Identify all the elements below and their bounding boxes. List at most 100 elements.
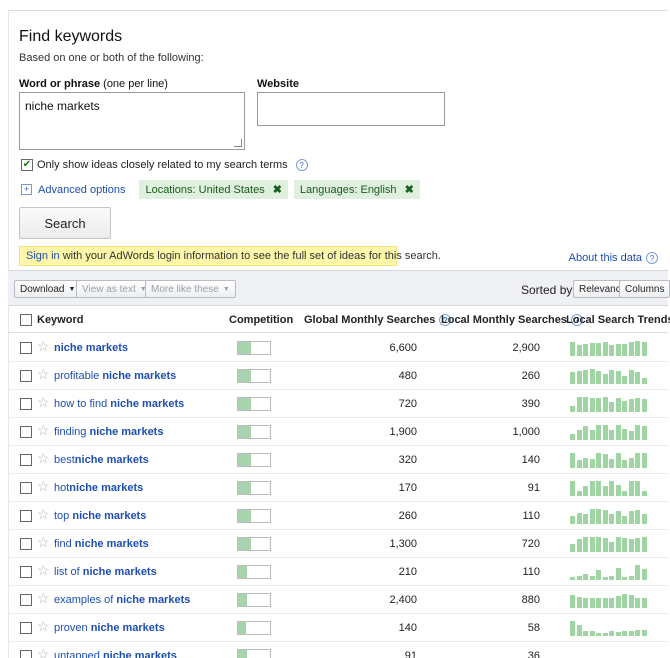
- row-checkbox[interactable]: [20, 510, 32, 522]
- help-icon[interactable]: ?: [295, 159, 308, 171]
- local-searches-value: 36: [527, 650, 540, 658]
- advanced-options-link[interactable]: Advanced options: [38, 184, 125, 196]
- keyword-link[interactable]: untapped niche markets: [54, 650, 177, 658]
- row-checkbox[interactable]: [20, 426, 32, 438]
- trend-bar: [609, 344, 614, 356]
- row-checkbox[interactable]: [20, 482, 32, 494]
- about-this-data-link[interactable]: About this data: [569, 252, 642, 264]
- row-checkbox[interactable]: [20, 370, 32, 382]
- competition-bar: [237, 509, 271, 523]
- download-button[interactable]: Download ▼: [14, 280, 82, 298]
- star-icon[interactable]: ☆: [37, 451, 50, 465]
- website-label-bold: Website: [257, 78, 299, 90]
- view-as-text-button[interactable]: View as text ▼: [76, 280, 153, 298]
- select-all-checkbox[interactable]: [20, 314, 32, 326]
- keyword-link[interactable]: niche markets: [54, 342, 128, 354]
- competition-fill: [238, 650, 247, 658]
- star-icon[interactable]: ☆: [37, 619, 50, 633]
- keyword-link[interactable]: examples of niche markets: [54, 594, 190, 606]
- help-icon[interactable]: ?: [646, 252, 658, 264]
- row-checkbox[interactable]: [20, 538, 32, 550]
- global-searches-value: 210: [398, 566, 417, 578]
- remove-language-icon[interactable]: ✖: [405, 183, 414, 196]
- star-icon[interactable]: ☆: [37, 591, 50, 605]
- row-checkbox[interactable]: [20, 622, 32, 634]
- language-chip[interactable]: Languages: English ✖: [293, 180, 420, 199]
- row-checkbox[interactable]: [20, 342, 32, 354]
- trend-bar: [589, 368, 595, 384]
- keyword-prefix: examples of: [54, 594, 117, 606]
- star-icon[interactable]: ☆: [37, 535, 50, 549]
- keyword-bold: niche markets: [72, 510, 147, 522]
- row-checkbox[interactable]: [20, 454, 32, 466]
- trend-bar: [596, 424, 601, 440]
- row-checkbox[interactable]: [20, 594, 32, 606]
- keyword-prefix: profitable: [54, 370, 103, 382]
- trend-bar: [596, 343, 601, 356]
- keyword-link[interactable]: hotniche markets: [54, 482, 143, 494]
- competition-header[interactable]: Competition: [229, 314, 293, 326]
- keyword-prefix: best: [54, 454, 75, 466]
- keyword-bold: niche markets: [116, 594, 191, 606]
- only-show-checkbox[interactable]: ✔: [21, 159, 33, 171]
- trend-bar: [628, 511, 634, 524]
- resize-handle-icon[interactable]: [234, 139, 242, 147]
- star-icon[interactable]: ☆: [37, 507, 50, 521]
- trend-bar: [622, 460, 627, 468]
- local-searches-value: 260: [521, 370, 540, 382]
- trend-bar: [602, 538, 608, 552]
- keyword-link[interactable]: how to find niche markets: [54, 398, 184, 410]
- trend-bar: [641, 536, 647, 552]
- star-icon[interactable]: ☆: [37, 339, 50, 353]
- row-checkbox[interactable]: [20, 566, 32, 578]
- keyword-link[interactable]: profitable niche markets: [54, 370, 176, 382]
- star-icon[interactable]: ☆: [37, 395, 50, 409]
- star-icon[interactable]: ☆: [37, 647, 50, 658]
- keyword-prefix: proven: [54, 622, 91, 634]
- columns-button[interactable]: Columns: [619, 280, 670, 298]
- keyword-link[interactable]: find niche markets: [54, 538, 149, 550]
- location-chip[interactable]: Locations: United States ✖: [139, 180, 288, 199]
- word-phrase-input[interactable]: niche markets: [19, 92, 245, 150]
- more-like-these-button[interactable]: More like these ▼: [145, 280, 236, 298]
- keyword-link[interactable]: bestniche markets: [54, 454, 149, 466]
- trend-bar: [641, 341, 647, 356]
- global-searches-header[interactable]: Global Monthly Searches?: [304, 314, 452, 326]
- row-checkbox[interactable]: [20, 398, 32, 410]
- keyword-link[interactable]: top niche markets: [54, 510, 146, 522]
- keyword-link[interactable]: list of niche markets: [54, 566, 157, 578]
- trend-bar: [583, 426, 588, 440]
- star-icon[interactable]: ☆: [37, 423, 50, 437]
- trend-bar: [589, 508, 595, 524]
- table-row: ☆ how to find niche markets 720 390: [8, 390, 668, 418]
- keyword-link[interactable]: finding niche markets: [54, 426, 163, 438]
- trend-bar: [635, 564, 640, 580]
- trend-bar: [576, 491, 582, 496]
- star-icon[interactable]: ☆: [37, 479, 50, 493]
- local-searches-header[interactable]: Local Monthly Searches?: [441, 314, 583, 326]
- competition-fill: [238, 594, 247, 606]
- website-input[interactable]: [257, 92, 445, 126]
- star-icon[interactable]: ☆: [37, 563, 50, 577]
- keyword-header[interactable]: Keyword: [37, 314, 83, 326]
- trend-bar: [570, 405, 575, 412]
- trend-bar: [615, 632, 621, 636]
- results-table: ☆ niche markets 6,600 2,900 ☆ profitable nich…: [8, 334, 668, 658]
- expand-plus-icon[interactable]: +: [21, 184, 32, 195]
- local-trend-chart: [570, 368, 648, 384]
- trend-bar: [596, 632, 601, 636]
- keyword-link[interactable]: proven niche markets: [54, 622, 165, 634]
- remove-location-icon[interactable]: ✖: [273, 183, 282, 196]
- local-trend-chart: [570, 396, 648, 412]
- trend-bar: [622, 631, 627, 636]
- trend-bar: [602, 374, 608, 384]
- trend-bar: [615, 511, 621, 524]
- trend-bar: [635, 424, 640, 440]
- trend-bar: [609, 402, 614, 412]
- about-this-data[interactable]: About this data?: [569, 252, 658, 264]
- search-button[interactable]: Search: [19, 207, 111, 239]
- local-trend-chart: [570, 648, 648, 658]
- sign-in-link[interactable]: Sign in: [26, 250, 60, 262]
- row-checkbox[interactable]: [20, 650, 32, 658]
- star-icon[interactable]: ☆: [37, 367, 50, 381]
